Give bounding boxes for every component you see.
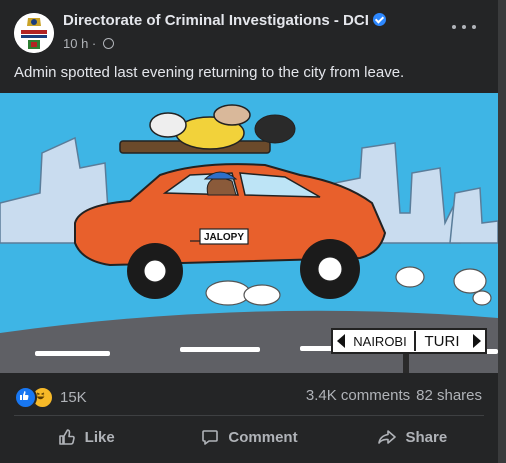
page-name[interactable]: Directorate of Criminal Investigations -…	[63, 12, 386, 29]
thumbs-up-icon	[58, 429, 75, 445]
post-meta: 10 h ·	[63, 36, 114, 51]
share-label: Share	[405, 428, 448, 446]
share-button[interactable]: Share	[331, 420, 494, 454]
comment-button[interactable]: Comment	[167, 420, 330, 454]
scrollbar-track[interactable]	[498, 0, 506, 463]
post-caption: Admin spotted last evening returning to …	[14, 64, 405, 81]
post-time[interactable]: 10 h	[63, 36, 88, 51]
verified-badge-icon	[372, 13, 386, 26]
like-reaction-icon	[14, 385, 37, 409]
comment-label: Comment	[228, 428, 298, 446]
sign-right-text: TURI	[425, 333, 460, 350]
reactions-count[interactable]: 15K	[60, 389, 87, 406]
like-label: Like	[84, 428, 115, 446]
post-image[interactable]: JALOPY NAIROBI TURI	[0, 93, 498, 373]
like-button[interactable]: Like	[4, 420, 167, 454]
share-icon	[378, 430, 397, 444]
comments-count[interactable]: 3.4K comments	[306, 387, 410, 404]
reactions-summary[interactable]: 15K	[14, 385, 87, 409]
post-card: Directorate of Criminal Investigations -…	[0, 0, 498, 463]
dci-logo	[14, 13, 54, 53]
divider	[14, 415, 484, 416]
comment-icon	[202, 430, 219, 445]
page-avatar[interactable]	[14, 13, 54, 53]
more-options-icon[interactable]	[452, 22, 476, 32]
shares-count[interactable]: 82 shares	[416, 387, 482, 404]
globe-icon	[102, 38, 114, 49]
page-name-text[interactable]: Directorate of Criminal Investigations -…	[63, 12, 369, 29]
sign-left-text: NAIROBI	[353, 334, 406, 349]
car-label: JALOPY	[204, 232, 244, 243]
engagement-stats: 3.4K comments 82 shares	[306, 387, 482, 404]
post-actions-bar: Like Comment Share	[4, 420, 494, 454]
